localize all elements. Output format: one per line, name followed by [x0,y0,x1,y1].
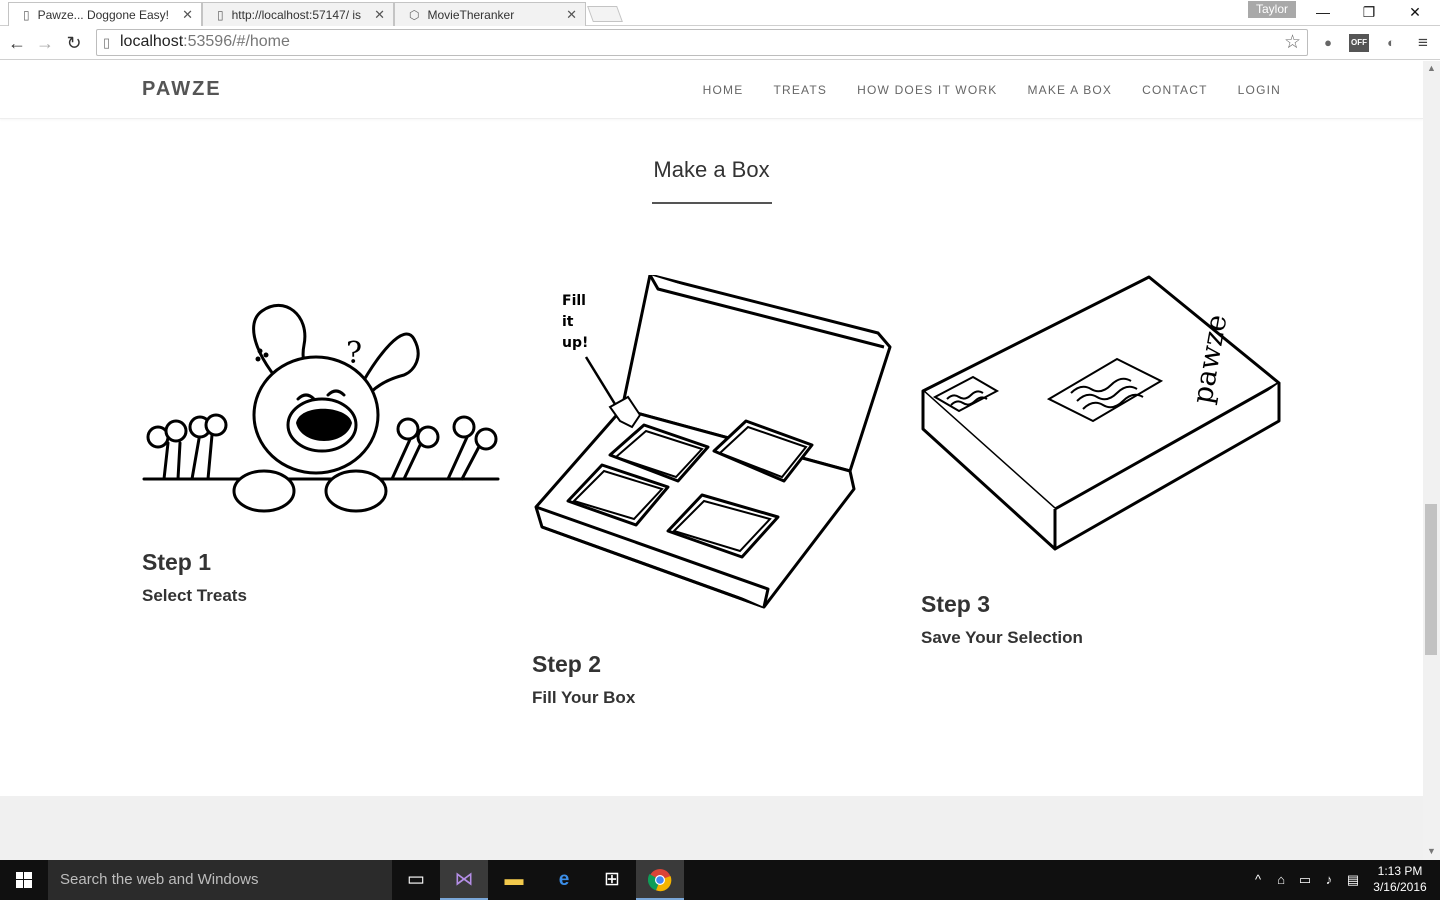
next-section-band [0,796,1423,860]
main-menu: HOME TREATS HOW DOES IT WORK MAKE A BOX … [703,83,1281,97]
tray-chevron-icon[interactable]: ^ [1248,860,1268,900]
close-icon[interactable]: ✕ [566,7,577,23]
tray-network-icon[interactable]: ▭ [1294,860,1316,900]
address-bar[interactable]: ▯ localhost:53596/#/home ☆ [96,29,1308,56]
scroll-thumb[interactable] [1425,504,1437,655]
windows-logo-icon [16,872,32,888]
nav-treats[interactable]: TREATS [773,83,827,97]
menu-icon[interactable]: ≡ [1413,34,1433,52]
visual-studio-icon[interactable]: ⋈ [440,860,488,900]
page-viewport: PAWZE HOME TREATS HOW DOES IT WORK MAKE … [0,61,1423,860]
callout-fill: Fill [562,293,586,309]
page-info-icon[interactable]: ▯ [103,35,110,51]
clock-date: 3/16/2016 [1373,880,1427,894]
tray-network-adapter-icon[interactable]: ⌂ [1270,860,1292,900]
taskbar-search[interactable]: Search the web and Windows [48,860,392,900]
step-2-card: Fill it up! Step 2 Fill Your Box [532,275,892,708]
extension-off-icon[interactable]: OFF [1349,34,1369,52]
step-1-description: Select Treats [142,586,247,605]
browser-tab-strip: ▯ Pawze... Doggone Easy! ✕ ▯ http://loca… [0,0,1440,26]
callout-up: up! [562,335,588,351]
site-navbar: PAWZE HOME TREATS HOW DOES IT WORK MAKE … [0,61,1423,119]
step-1-card: ? Step 1 Select Treats [142,275,502,606]
bookmark-star-icon[interactable]: ☆ [1284,31,1301,54]
forward-icon[interactable]: → [34,32,56,54]
scroll-up-icon[interactable]: ▲ [1427,63,1436,73]
windows-taskbar: Search the web and Windows ▭ ⋈ ▬ e ⊞ ^ ⌂… [0,860,1440,900]
minimize-icon[interactable]: — [1300,2,1346,22]
codepen-icon: ⬡ [409,7,420,22]
tab-label: MovieTheranker [427,7,515,22]
tab-pawze[interactable]: ▯ Pawze... Doggone Easy! ✕ [8,2,202,26]
chrome-logo-icon [647,869,672,892]
step-3-description: Save Your Selection [921,628,1083,647]
tab-localhost[interactable]: ▯ http://localhost:57147/ is ✕ [202,2,394,26]
extension-icon[interactable]: ● [1319,34,1337,52]
dog-with-bones-illustration: ? [142,304,500,513]
callout-it: it [562,314,574,330]
start-button[interactable] [0,860,48,900]
nav-login[interactable]: LOGIN [1238,83,1281,97]
nav-contact[interactable]: CONTACT [1142,83,1208,97]
nav-how-does-it-work[interactable]: HOW DOES IT WORK [857,83,997,97]
reload-icon[interactable]: ↻ [63,32,85,54]
close-icon[interactable]: ✕ [374,7,385,23]
brand-logo[interactable]: PAWZE [142,78,222,101]
extension-swirl-icon[interactable]: ◐ [1381,34,1401,52]
scroll-down-icon[interactable]: ▼ [1427,846,1436,856]
page-scrollbar[interactable]: ▲ ▼ [1423,61,1440,860]
shipping-box-illustration: pawze [921,275,1281,551]
taskbar-clock[interactable]: 1:13 PM 3/16/2016 [1368,863,1432,895]
tab-label: http://localhost:57147/ is [231,7,362,22]
step-2-title: Step 2 [532,651,602,677]
chrome-icon[interactable] [636,860,684,900]
nav-make-a-box[interactable]: MAKE A BOX [1027,83,1112,97]
step-1-title: Step 1 [142,549,212,575]
edge-icon[interactable]: e [540,860,588,900]
treat-box-illustration: Fill it up! [534,275,892,609]
restore-icon[interactable]: ❐ [1346,2,1392,22]
tab-label: Pawze... Doggone Easy! [37,7,170,22]
page-icon: ▯ [23,7,30,22]
profile-badge[interactable]: Taylor [1248,1,1297,18]
volume-icon[interactable]: ♪ [1318,860,1340,900]
new-tab-button[interactable] [587,6,623,22]
browser-toolbar: ← → ↻ ▯ localhost:53596/#/home ☆ ● OFF ◐… [0,26,1440,60]
task-view-icon[interactable]: ▭ [392,860,440,900]
store-icon[interactable]: ⊞ [588,860,636,900]
title-divider [652,202,772,204]
step-3-title: Step 3 [921,591,991,617]
step-3-card: pawze Step 3 Save Your Selection [921,275,1281,648]
file-explorer-icon[interactable]: ▬ [490,860,538,900]
url-text[interactable]: localhost:53596/#/home [120,33,290,51]
close-icon[interactable]: ✕ [182,7,193,23]
tab-movietheranker[interactable]: ⬡ MovieTheranker ✕ [394,2,586,26]
step-2-description: Fill Your Box [532,688,636,707]
section-title: Make a Box [653,157,770,182]
window-close-icon[interactable]: ✕ [1392,2,1438,22]
svg-text:?: ? [346,336,362,371]
action-center-icon[interactable]: ▤ [1342,860,1364,900]
clock-time: 1:13 PM [1377,864,1423,878]
page-icon: ▯ [217,7,224,22]
back-icon[interactable]: ← [6,32,28,54]
nav-home[interactable]: HOME [703,83,744,97]
